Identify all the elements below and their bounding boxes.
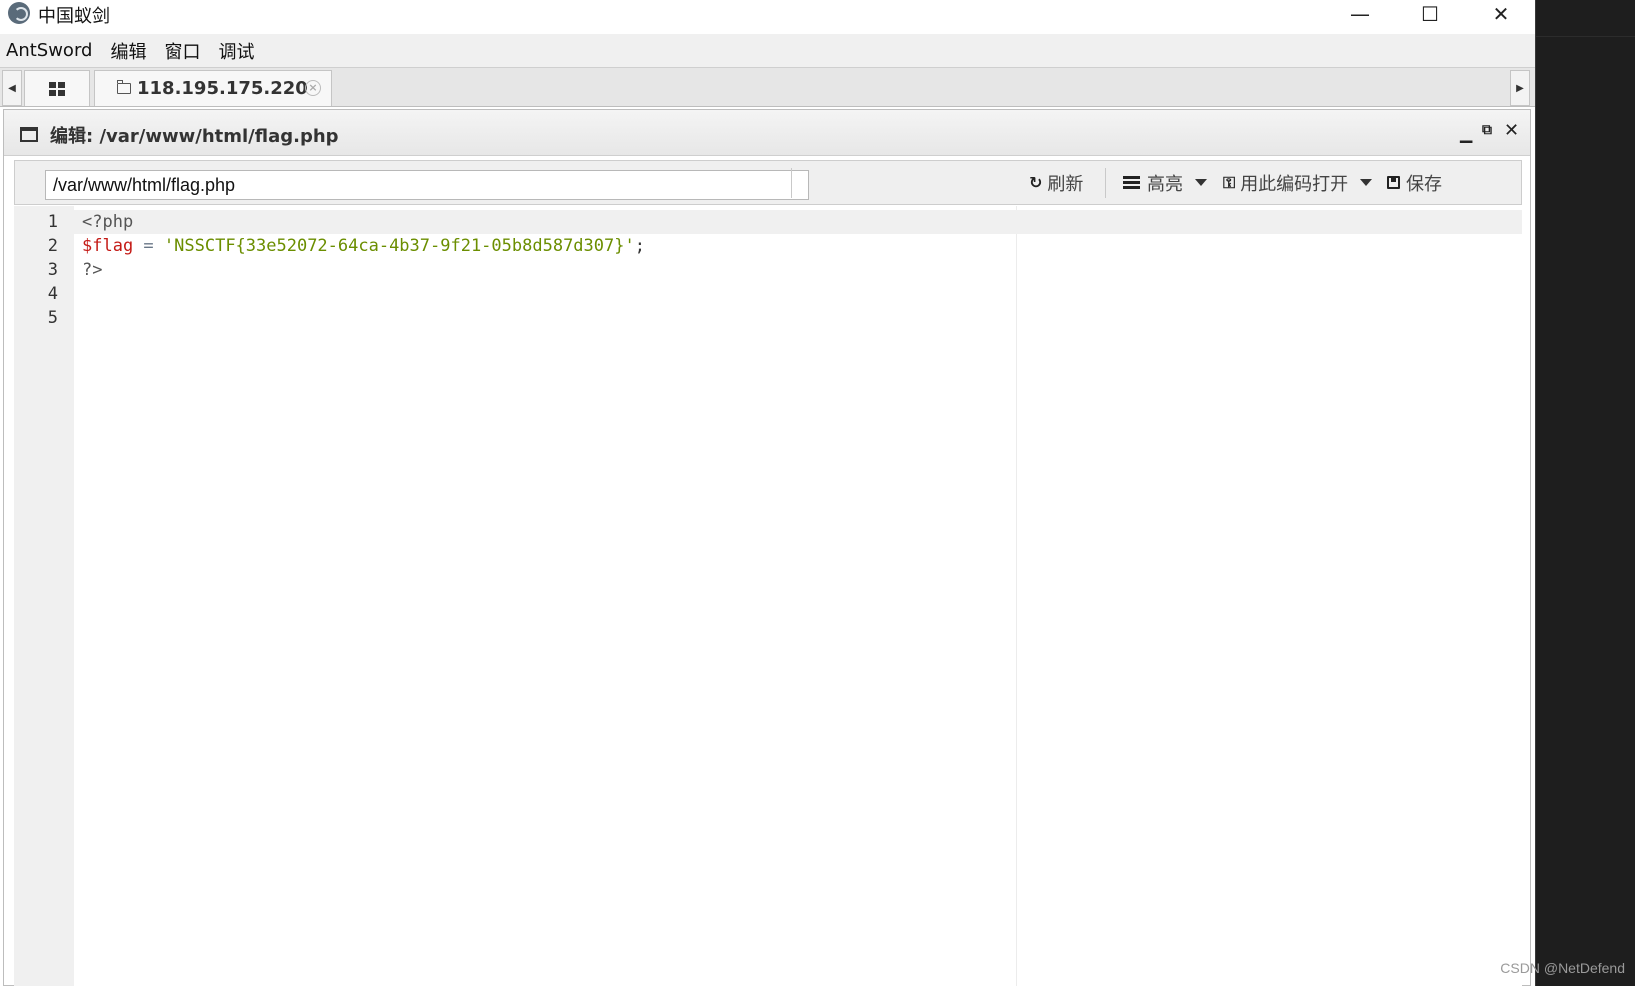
- panel-close-button[interactable]: ✕: [1504, 120, 1519, 141]
- php-string: 'NSSCTF{33e52072-64ca-4b37-9f21-05b8d587…: [163, 236, 635, 256]
- code-line[interactable]: 1 <?php: [14, 210, 1522, 234]
- code-text: $flag = 'NSSCTF{33e52072-64ca-4b37-9f21-…: [82, 234, 645, 258]
- line-number: 1: [47, 212, 58, 232]
- editor-toolbar: ↻ 刷新 高亮 ⚿ 用此编码打开 保存: [14, 160, 1522, 205]
- code-line[interactable]: 3 ?>: [14, 258, 1522, 282]
- line-number: 5: [47, 308, 58, 328]
- tab-scroll-right-button[interactable]: ▶: [1510, 70, 1530, 106]
- code-editor[interactable]: 1 <?php 2 $flag = 'NSSCTF{33e52072-64ca-…: [14, 206, 1522, 986]
- toolbar-divider: [791, 168, 792, 198]
- php-semicolon: ;: [634, 236, 645, 256]
- close-window-button[interactable]: ✕: [1466, 0, 1536, 28]
- grid-icon: [49, 81, 65, 96]
- save-button[interactable]: 保存: [1387, 161, 1442, 204]
- refresh-label: 刷新: [1047, 173, 1084, 195]
- php-variable: $flag: [82, 236, 134, 256]
- menu-edit[interactable]: 编辑: [101, 38, 155, 64]
- menu-antsword[interactable]: AntSword: [0, 40, 101, 61]
- tab-scroll-left-button[interactable]: ◀: [2, 70, 22, 106]
- window-icon: [20, 127, 38, 142]
- save-icon: [1387, 176, 1400, 189]
- tab-host[interactable]: 118.195.175.220 ×: [94, 70, 332, 106]
- line-number: 2: [47, 236, 58, 256]
- php-operator: =: [133, 236, 164, 256]
- refresh-icon: ↻: [1029, 173, 1043, 192]
- save-label: 保存: [1406, 173, 1442, 195]
- tab-home[interactable]: [24, 70, 90, 106]
- editor-panel: 编辑: /var/www/html/flag.php ▁ ⧉ ✕ ↻ 刷新 高亮…: [3, 109, 1531, 986]
- code-text: <?php: [82, 210, 133, 234]
- watermark: CSDN @NetDefend: [1500, 960, 1625, 976]
- translate-icon: ⚿: [1223, 172, 1236, 192]
- menu-window[interactable]: 窗口: [155, 38, 209, 64]
- code-line[interactable]: 2 $flag = 'NSSCTF{33e52072-64ca-4b37-9f2…: [14, 234, 1522, 258]
- tab-bar: ◀ 118.195.175.220 × ▶: [0, 67, 1535, 107]
- list-icon: [1123, 176, 1140, 189]
- line-number: 3: [47, 260, 58, 280]
- code-line[interactable]: 5: [14, 306, 1522, 330]
- file-path-input[interactable]: [45, 170, 809, 200]
- editor-panel-title: 编辑: /var/www/html/flag.php: [50, 126, 339, 147]
- toolbar-divider: [1105, 168, 1106, 198]
- title-bar: 中国蚁剑 — ☐ ✕: [0, 0, 1535, 34]
- tab-host-label: 118.195.175.220: [137, 78, 308, 99]
- chevron-down-icon: [1195, 179, 1207, 186]
- panel-restore-button[interactable]: ⧉: [1482, 122, 1492, 138]
- open-with-encoding-label: 用此编码打开: [1240, 173, 1349, 195]
- php-open-tag: <?php: [82, 212, 134, 232]
- menu-debug[interactable]: 调试: [209, 38, 263, 64]
- highlight-dropdown[interactable]: 高亮: [1123, 161, 1207, 204]
- code-text: ?>: [82, 258, 102, 282]
- menu-bar: AntSword 编辑 窗口 调试: [0, 34, 1535, 67]
- highlight-label: 高亮: [1147, 173, 1183, 195]
- php-close-tag: ?>: [82, 260, 103, 280]
- open-with-encoding-dropdown[interactable]: ⚿ 用此编码打开: [1223, 161, 1373, 204]
- antsword-window: 中国蚁剑 — ☐ ✕ AntSword 编辑 窗口 调试 ◀ 118.195.1…: [0, 0, 1535, 986]
- window-title: 中国蚁剑: [38, 6, 110, 27]
- antsword-logo-icon: [8, 2, 30, 24]
- refresh-button[interactable]: ↻ 刷新: [1029, 161, 1083, 204]
- background-window: [1535, 0, 1635, 986]
- panel-minimize-button[interactable]: ▁: [1460, 124, 1472, 143]
- editor-panel-header: 编辑: /var/www/html/flag.php ▁ ⧉ ✕: [4, 110, 1530, 156]
- folder-icon: [116, 80, 131, 94]
- code-line[interactable]: 4: [14, 282, 1522, 306]
- chevron-down-icon: [1360, 179, 1373, 186]
- minimize-window-button[interactable]: —: [1325, 0, 1395, 28]
- maximize-window-button[interactable]: ☐: [1395, 0, 1465, 28]
- line-number: 4: [47, 284, 58, 304]
- tab-close-button[interactable]: ×: [305, 80, 321, 96]
